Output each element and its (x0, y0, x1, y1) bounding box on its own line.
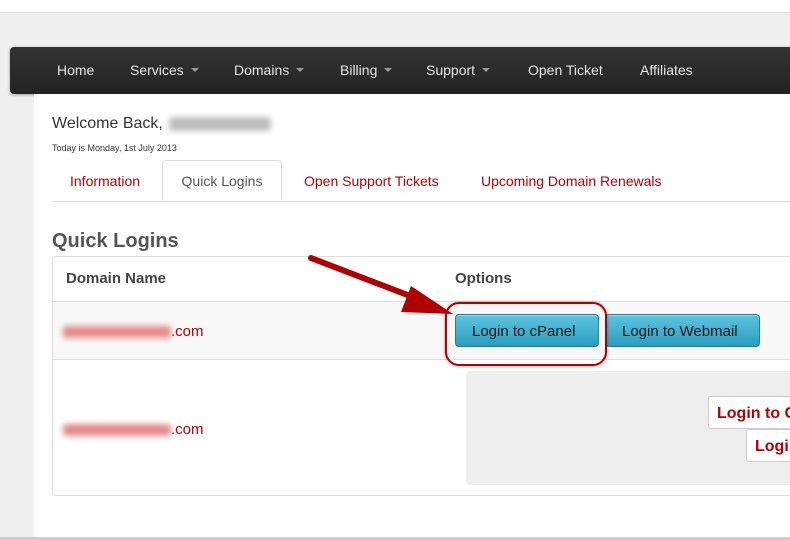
caret-down-icon (296, 68, 305, 73)
tab-quick-logins[interactable]: Quick Logins (162, 160, 282, 201)
highlight-circle (445, 302, 607, 366)
login-webmail-button-alt[interactable]: Logi (746, 429, 790, 462)
nav-support[interactable]: Support (426, 47, 491, 94)
caret-down-icon (384, 68, 393, 73)
blurred-domain (63, 424, 171, 437)
tab-upcoming-domain-renewals[interactable]: Upcoming Domain Renewals (481, 162, 662, 201)
login-cpanel-button-alt[interactable]: Login to C (708, 396, 790, 429)
annotation-arrow-icon (308, 255, 453, 314)
section-title: Quick Logins (52, 230, 179, 252)
welcome-heading: Welcome Back, (52, 115, 272, 133)
today-date: Today is Monday, 1st July 2013 (52, 143, 177, 153)
row-divider (53, 359, 790, 360)
domain-link[interactable]: .com (63, 421, 204, 438)
tabs-divider (52, 201, 790, 202)
top-band (0, 0, 790, 13)
nav-affiliates[interactable]: Affiliates (640, 47, 693, 94)
tab-open-support-tickets[interactable]: Open Support Tickets (304, 162, 439, 201)
blurred-username (169, 116, 272, 131)
nav-billing[interactable]: Billing (340, 47, 393, 94)
column-header-domain: Domain Name (66, 270, 167, 287)
blurred-domain (63, 326, 171, 339)
nav-services[interactable]: Services (130, 47, 199, 94)
caret-down-icon (190, 68, 199, 73)
login-webmail-button[interactable]: Login to Webmail (605, 314, 760, 347)
nav-domains[interactable]: Domains (234, 47, 305, 94)
nav-home[interactable]: Home (57, 47, 94, 94)
tab-information[interactable]: Information (70, 162, 140, 201)
nav-open-ticket[interactable]: Open Ticket (528, 47, 603, 94)
caret-down-icon (482, 68, 491, 73)
domain-link[interactable]: .com (63, 323, 204, 340)
main-navbar: Home Services Domains Billing Support Op… (10, 47, 790, 94)
